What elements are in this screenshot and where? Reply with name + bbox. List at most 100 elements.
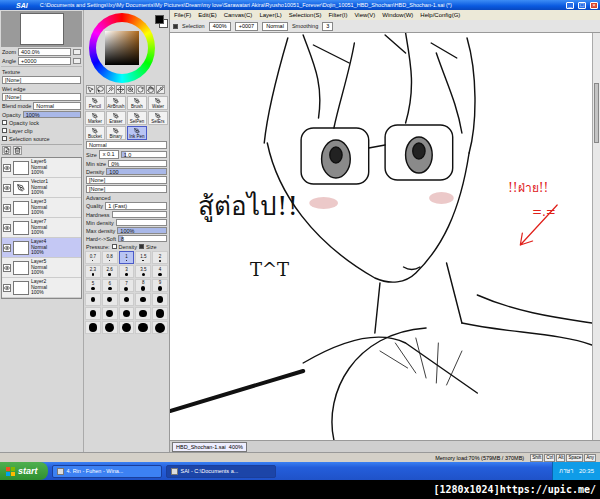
quality-select[interactable]: 1 (Fast)	[105, 202, 167, 210]
canvas[interactable]: สู้ต่อไป!!T^T!!ฝ่าย!!=.=	[170, 33, 592, 440]
opacity-slider[interactable]: 100%	[23, 111, 81, 118]
menu-item[interactable]: Edit(E)	[198, 12, 216, 18]
brush-size[interactable]: 2.6	[102, 265, 118, 278]
menu-item[interactable]: Selection(S)	[289, 12, 322, 18]
visibility-toggle[interactable]	[3, 284, 11, 292]
tool-button[interactable]	[106, 85, 115, 94]
brush-tool[interactable]: SelErs	[148, 111, 168, 125]
zoom-field[interactable]: 400.0%	[18, 48, 71, 56]
tool-button[interactable]	[86, 85, 95, 94]
menu-item[interactable]: Layer(L)	[259, 12, 281, 18]
brush-size[interactable]	[85, 293, 101, 306]
density-slider[interactable]: 100	[106, 168, 167, 175]
brush-size[interactable]: 5	[85, 279, 101, 292]
checkbox[interactable]	[173, 24, 178, 29]
blend-select[interactable]: Normal	[33, 102, 81, 110]
visibility-toggle[interactable]	[3, 244, 11, 252]
brush-tool[interactable]: Eraser	[106, 111, 126, 125]
size-multiplier[interactable]: x 0.1	[99, 150, 119, 159]
brush-texture-select[interactable]: [None]	[86, 176, 167, 184]
min-density-slider[interactable]	[116, 219, 167, 226]
visibility-toggle[interactable]	[3, 204, 11, 212]
vertical-scrollbar[interactable]	[592, 33, 600, 440]
wet-edge-select[interactable]: [None]	[2, 93, 81, 101]
tool-button[interactable]	[146, 85, 155, 94]
menu-item[interactable]: Canvas(C)	[224, 12, 253, 18]
zoom-button[interactable]	[73, 49, 81, 55]
layer-option[interactable]: Selection source	[1, 135, 82, 142]
window-control[interactable]: _	[566, 2, 574, 9]
brush-tool[interactable]: Ink Pen	[127, 126, 147, 140]
brush-tool[interactable]: AirBrush	[106, 96, 126, 110]
blend-select[interactable]: Normal	[262, 22, 288, 31]
brush-size[interactable]	[135, 307, 151, 320]
visibility-toggle[interactable]	[3, 184, 11, 192]
brush-size[interactable]	[119, 293, 135, 306]
checkbox[interactable]	[139, 244, 144, 249]
brush-size[interactable]: 2	[152, 251, 168, 264]
brush-size[interactable]: 6	[102, 279, 118, 292]
tool-button[interactable]	[156, 85, 165, 94]
tool-button[interactable]	[96, 85, 105, 94]
tool-button[interactable]	[136, 85, 145, 94]
brush-size[interactable]	[135, 293, 151, 306]
checkbox[interactable]	[2, 120, 7, 125]
max-density-slider[interactable]: 100%	[117, 227, 167, 234]
layer-row[interactable]: Layer7Normal100%	[2, 218, 81, 238]
visibility-toggle[interactable]	[3, 224, 11, 232]
saturation-value-square[interactable]	[105, 31, 139, 65]
texture-select[interactable]: [None]	[2, 76, 81, 84]
brush-size[interactable]	[152, 321, 168, 334]
menu-item[interactable]: File(F)	[174, 12, 191, 18]
brush-size[interactable]	[102, 293, 118, 306]
brush-mode-select[interactable]: Normal	[86, 141, 167, 149]
tool-button[interactable]	[126, 85, 135, 94]
size-slider[interactable]: 1.0	[121, 151, 167, 158]
layer-row[interactable]: Layer3Normal100%	[2, 198, 81, 218]
brush-tool[interactable]: Water	[148, 96, 168, 110]
checkbox[interactable]	[112, 244, 117, 249]
brush-size[interactable]: 7	[119, 279, 135, 292]
brush-size[interactable]: 8	[135, 279, 151, 292]
brush-tool[interactable]: Bucket	[85, 126, 105, 140]
canvas-tab[interactable]: HBD_Shochan-1.sai400%	[172, 442, 247, 452]
brush-size[interactable]: 3	[119, 265, 135, 278]
scrollbar-thumb[interactable]	[594, 83, 599, 143]
menu-item[interactable]: Help/Config(G)	[420, 12, 460, 18]
brush-size[interactable]: 2.3	[85, 265, 101, 278]
hardness-slider[interactable]	[112, 211, 167, 218]
brush-size[interactable]: 1	[119, 251, 135, 264]
layer-row[interactable]: Layer4Normal100%	[2, 238, 81, 258]
layer-row[interactable]: Vector1Normal100%	[2, 178, 81, 198]
brush-size[interactable]: 0.7	[85, 251, 101, 264]
layer-option[interactable]: Opacity lock	[1, 119, 82, 126]
angle-field[interactable]: +0000	[18, 57, 71, 65]
brush-size[interactable]	[135, 321, 151, 334]
brush-tool[interactable]: SelPen	[127, 111, 147, 125]
window-control[interactable]: ×	[590, 2, 598, 9]
brush-size[interactable]: 1.5	[135, 251, 151, 264]
layer-option[interactable]: Layer clip	[1, 127, 82, 134]
visibility-toggle[interactable]	[3, 264, 11, 272]
menu-item[interactable]: View(V)	[354, 12, 375, 18]
language-indicator[interactable]: ภาษา	[559, 466, 573, 476]
menu-item[interactable]: Filter(I)	[328, 12, 347, 18]
visibility-toggle[interactable]	[3, 164, 11, 172]
zoom-select[interactable]: 400%	[209, 22, 231, 31]
brush-texture-select[interactable]: [None]	[86, 185, 167, 193]
new-layer-button[interactable]	[2, 146, 11, 155]
window-control[interactable]: □	[578, 2, 586, 9]
brush-size[interactable]	[152, 307, 168, 320]
layer-row[interactable]: Layer5Normal100%	[2, 258, 81, 278]
brush-tool[interactable]: Brush	[127, 96, 147, 110]
brush-tool[interactable]: Binary	[106, 126, 126, 140]
layer-row[interactable]: Layer2Normal100%	[2, 278, 81, 298]
brush-size[interactable]	[119, 307, 135, 320]
primary-color[interactable]	[155, 15, 164, 24]
angle-field[interactable]: +0007	[235, 22, 258, 31]
start-button[interactable]: start	[0, 462, 48, 480]
taskbar-task[interactable]: 4. Rin - Fuhen - Wina...	[52, 465, 162, 478]
smoothing-select[interactable]: 3	[322, 22, 333, 31]
brush-size[interactable]	[102, 321, 118, 334]
taskbar-task[interactable]: SAI - C:\Documents a...	[166, 465, 276, 478]
